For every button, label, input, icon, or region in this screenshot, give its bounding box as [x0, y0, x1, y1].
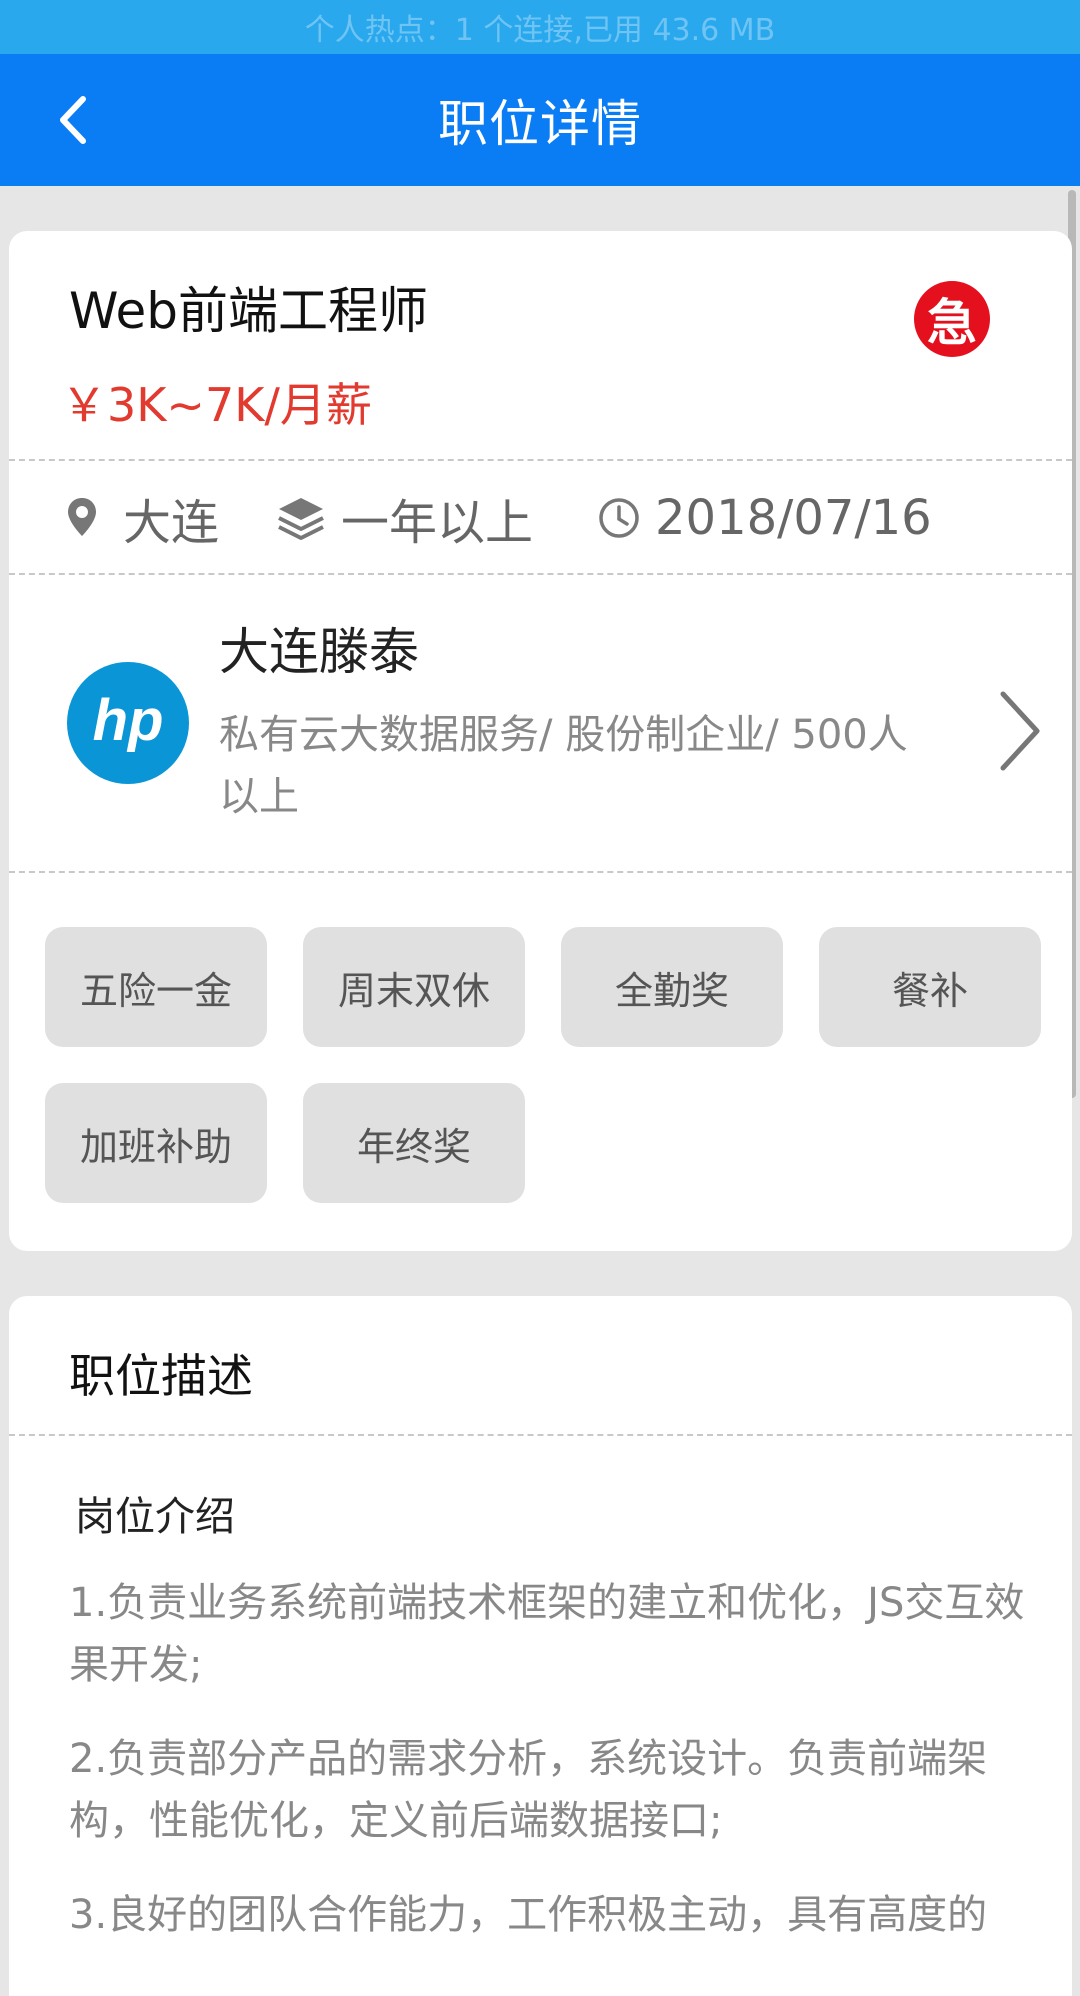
status-bar: 个人热点：1 个连接,已用 43.6 MB — [0, 0, 1080, 54]
date-item: 2018/07/16 — [597, 463, 932, 573]
urgent-badge: 急 — [914, 281, 990, 357]
job-description-card: 职位描述 岗位介绍 1.负责业务系统前端技术框架的建立和优化，JS交互效果开发;… — [9, 1296, 1072, 1996]
benefit-tag: 餐补 — [819, 927, 1041, 1047]
benefit-tag: 五险一金 — [45, 927, 267, 1047]
divider — [9, 871, 1072, 873]
divider — [9, 459, 1072, 461]
page-title: 职位详情 — [438, 95, 642, 153]
location-item: 大连 — [65, 463, 219, 573]
chevron-right-icon — [990, 686, 1050, 776]
company-description: 私有云大数据服务/ 股份制企业/ 500人以上 — [219, 712, 908, 820]
hp-logo-icon: hp — [93, 688, 164, 753]
experience-item: 一年以上 — [275, 463, 533, 573]
benefit-tag: 周末双休 — [303, 927, 525, 1047]
location-pin-icon — [68, 498, 96, 536]
benefit-tag: 加班补助 — [45, 1083, 267, 1203]
benefit-tag: 全勤奖 — [561, 927, 783, 1047]
salary: ￥3K~7K/月薪 — [61, 378, 372, 432]
company-row[interactable]: hp 大连滕泰 私有云大数据服务/ 股份制企业/ 500人以上 — [9, 576, 1072, 872]
clock-icon — [599, 498, 639, 538]
date-text: 2018/07/16 — [655, 490, 932, 546]
description-paragraph: 2.负责部分产品的需求分析，系统设计。负责前端架构，性能优化，定义前后端数据接口… — [69, 1736, 988, 1844]
location-text: 大连 — [123, 495, 220, 551]
description-paragraph: 1.负责业务系统前端技术框架的建立和优化，JS交互效果开发; — [69, 1580, 1025, 1688]
company-name: 大连滕泰 — [219, 623, 419, 681]
nav-bar: 职位详情 — [0, 54, 1080, 186]
subsection-title: 岗位介绍 — [75, 1494, 235, 1540]
benefit-tag: 年终奖 — [303, 1083, 525, 1203]
layers-icon — [278, 498, 324, 540]
status-bar-text: 个人热点：1 个连接,已用 43.6 MB — [304, 13, 776, 48]
logo-text: hp — [93, 688, 164, 753]
job-meta-row: 大连 一年以上 2018/07/16 — [9, 463, 1072, 573]
job-summary-card: Web前端工程师 急 ￥3K~7K/月薪 大连 一年以上 2018/07/16 — [9, 231, 1072, 1251]
experience-text: 一年以上 — [341, 495, 534, 551]
section-title: 职位描述 — [69, 1349, 253, 1403]
job-title: Web前端工程师 — [69, 282, 429, 340]
description-paragraph: 3.良好的团队合作能力，工作积极主动，具有高度的 — [69, 1892, 988, 1938]
divider — [9, 573, 1072, 575]
company-logo: hp — [67, 662, 189, 784]
divider — [9, 1434, 1072, 1436]
